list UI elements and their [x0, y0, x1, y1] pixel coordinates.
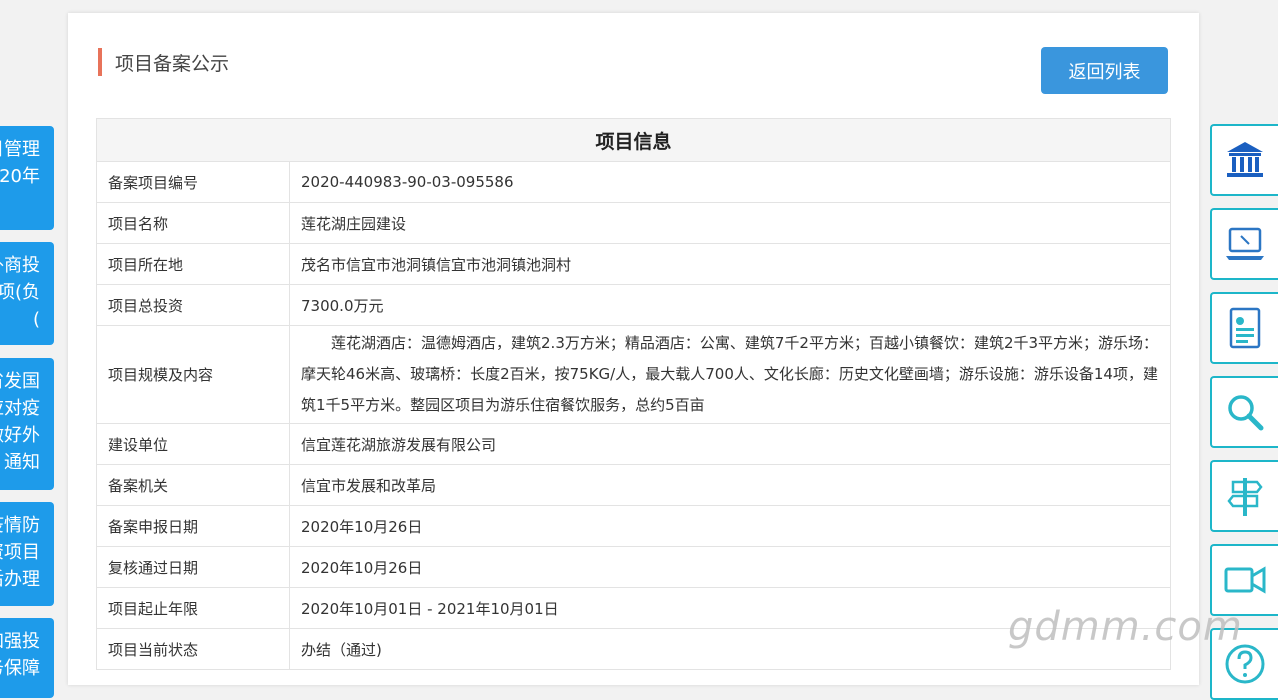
- row-label: 备案申报日期: [96, 505, 290, 547]
- row-value: 莲花湖庄园建设: [289, 202, 1171, 244]
- notice-text: 省发国 应对疫 做好外 通知: [0, 371, 40, 473]
- guide-button[interactable]: [1210, 460, 1278, 532]
- table-row: 建设单位 信宜莲花湖旅游发展有限公司: [96, 423, 1171, 465]
- bank-icon: [1227, 142, 1263, 177]
- computer-button[interactable]: [1210, 208, 1278, 280]
- row-label: 项目规模及内容: [96, 325, 290, 424]
- notice-card[interactable]: 省发国 应对疫 做好外 通知: [0, 358, 54, 490]
- notice-card[interactable]: 目管理 20年: [0, 126, 54, 230]
- row-value: 信宜市发展和改革局: [289, 464, 1171, 506]
- notice-text: 外商投 项(负 ): [0, 255, 40, 330]
- left-notice-strip: 目管理 20年 外商投 项(负 ) 省发国 应对疫 做好外 通知 疫情防 资项目…: [0, 0, 60, 698]
- row-value: 2020-440983-90-03-095586: [289, 161, 1171, 203]
- row-value: 7300.0万元: [289, 284, 1171, 326]
- search-icon: [1228, 395, 1264, 431]
- row-value: 2020年10月26日: [289, 505, 1171, 547]
- notice-card[interactable]: 外商投 项(负 ): [0, 242, 54, 345]
- row-value: 2020年10月26日: [289, 546, 1171, 588]
- back-to-list-button[interactable]: 返回列表: [1041, 47, 1168, 94]
- row-label: 项目总投资: [96, 284, 290, 326]
- notice-card[interactable]: 疫情防 资项目 后办理: [0, 502, 54, 606]
- video-icon: [1224, 566, 1266, 594]
- row-label: 复核通过日期: [96, 546, 290, 588]
- row-label: 项目名称: [96, 202, 290, 244]
- computer-icon: [1226, 227, 1264, 260]
- signpost-icon: [1227, 478, 1263, 516]
- row-label: 项目当前状态: [96, 628, 290, 670]
- table-row: 备案机关 信宜市发展和改革局: [96, 464, 1171, 506]
- table-row: 项目名称 莲花湖庄园建设: [96, 202, 1171, 244]
- project-info-panel: 项目备案公示 返回列表 项目信息 备案项目编号 2020-440983-90-0…: [68, 13, 1199, 685]
- table-row: 备案项目编号 2020-440983-90-03-095586: [96, 161, 1171, 203]
- page-title-text: 项目备案公示: [115, 52, 230, 75]
- notice-card[interactable]: 加强投 务保障: [0, 618, 54, 698]
- document-icon: [1229, 307, 1261, 349]
- row-value: 信宜莲花湖旅游发展有限公司: [289, 423, 1171, 465]
- notice-text: 加强投 务保障: [0, 631, 40, 679]
- search-button[interactable]: [1210, 376, 1278, 448]
- row-label: 备案机关: [96, 464, 290, 506]
- row-label: 建设单位: [96, 423, 290, 465]
- row-value: 莲花湖酒店：温德姆酒店，建筑2.3万方米；精品酒店：公寓、建筑7千2平方米；百越…: [289, 325, 1171, 424]
- page-title: 项目备案公示: [98, 47, 229, 77]
- watermark: gdmm.com: [1008, 604, 1243, 650]
- table-header-row: 项目信息: [96, 118, 1171, 162]
- row-label: 项目所在地: [96, 243, 290, 285]
- table-header: 项目信息: [96, 118, 1171, 162]
- table-row: 复核通过日期 2020年10月26日: [96, 546, 1171, 588]
- table-row: 备案申报日期 2020年10月26日: [96, 505, 1171, 547]
- row-label: 项目起止年限: [96, 587, 290, 629]
- table-row: 项目总投资 7300.0万元: [96, 284, 1171, 326]
- row-value: 茂名市信宜市池洞镇信宜市池洞镇池洞村: [289, 243, 1171, 285]
- notice-text: 疫情防 资项目 后办理: [0, 515, 40, 590]
- table-row: 项目规模及内容 莲花湖酒店：温德姆酒店，建筑2.3万方米；精品酒店：公寓、建筑7…: [96, 325, 1171, 424]
- notice-text: 目管理 20年: [0, 139, 40, 187]
- table-row: 项目所在地 茂名市信宜市池洞镇信宜市池洞镇池洞村: [96, 243, 1171, 285]
- title-accent-bar: [98, 48, 102, 76]
- row-label: 备案项目编号: [96, 161, 290, 203]
- project-info-table: 项目信息 备案项目编号 2020-440983-90-03-095586 项目名…: [96, 118, 1171, 670]
- bank-button[interactable]: [1210, 124, 1278, 196]
- document-button[interactable]: [1210, 292, 1278, 364]
